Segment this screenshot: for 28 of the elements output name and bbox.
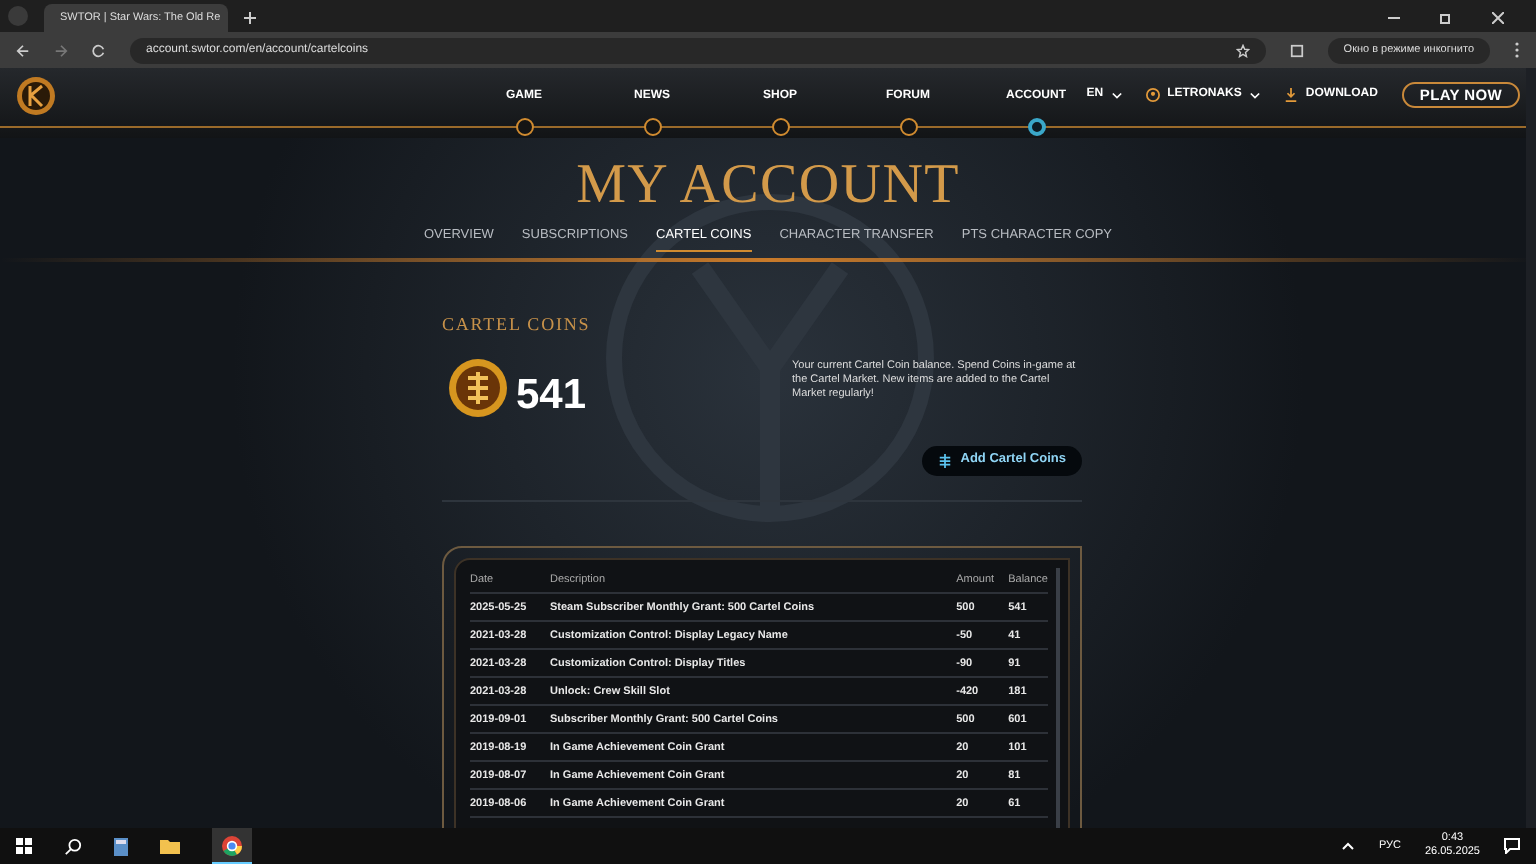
calculator-icon[interactable] xyxy=(114,837,128,855)
menu-icon[interactable] xyxy=(1514,42,1520,58)
restore-icon[interactable] xyxy=(1440,12,1452,24)
page-title: MY ACCOUNT xyxy=(576,156,960,216)
windows-start-icon[interactable] xyxy=(16,838,32,854)
search-icon[interactable] xyxy=(64,837,82,855)
caret-icon xyxy=(1249,91,1260,99)
new-tab-icon[interactable] xyxy=(244,12,256,24)
coins-icon xyxy=(938,453,953,468)
reload-icon[interactable] xyxy=(92,43,106,57)
browser-taskbar-button[interactable] xyxy=(212,828,252,864)
notifications-icon[interactable] xyxy=(1504,838,1520,854)
chrome-icon xyxy=(222,835,242,855)
section-title: CARTEL COINS xyxy=(442,311,593,338)
forward-icon[interactable] xyxy=(54,43,68,57)
star-icon[interactable] xyxy=(1235,43,1250,57)
close-icon[interactable] xyxy=(1492,12,1504,24)
caret-icon[interactable] xyxy=(1342,842,1355,850)
extensions-icon[interactable] xyxy=(1289,43,1304,57)
coin-balance: 541 xyxy=(516,370,587,423)
caret-icon xyxy=(1111,91,1122,99)
back-icon[interactable] xyxy=(16,43,30,57)
folder-icon[interactable] xyxy=(160,838,180,854)
minimize-icon[interactable] xyxy=(1388,12,1400,24)
cartel-coin-icon xyxy=(448,358,508,419)
user-icon xyxy=(1145,88,1160,102)
swtor-logo-icon[interactable] xyxy=(16,76,56,116)
download-icon xyxy=(1283,88,1298,102)
